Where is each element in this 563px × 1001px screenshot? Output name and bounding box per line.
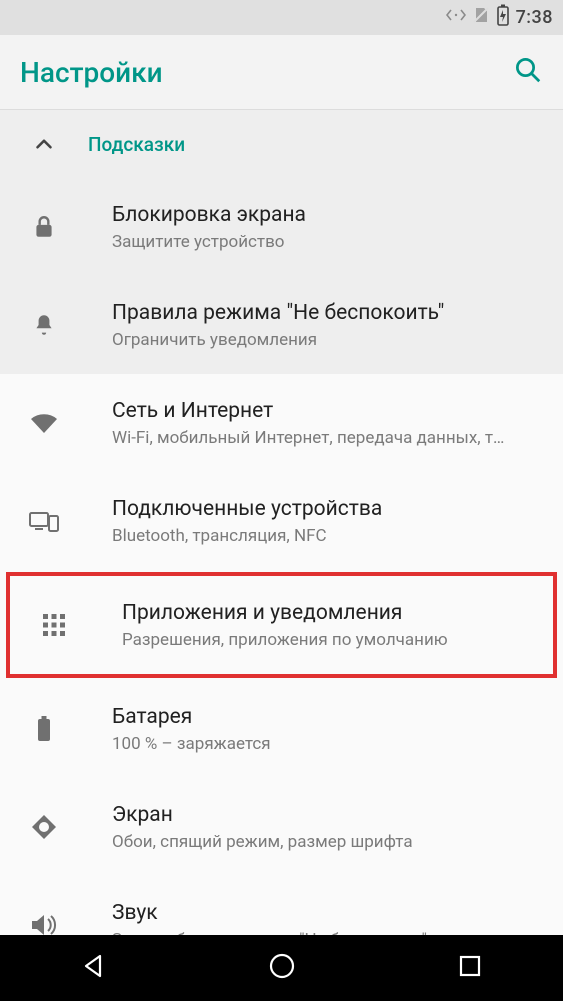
navigation-bar [0, 935, 563, 1001]
code-icon [446, 7, 466, 28]
page-title: Настройки [20, 56, 163, 89]
battery-icon [0, 715, 88, 743]
item-title: Экран [112, 802, 539, 828]
lock-icon [0, 214, 88, 240]
nav-recents-button[interactable] [457, 953, 483, 983]
hint-dnd[interactable]: Правила режима "Не беспокоить" Ограничит… [0, 276, 563, 374]
search-button[interactable] [513, 55, 543, 89]
hint-sub: Защитите устройство [112, 232, 539, 252]
battery-charging-icon [496, 4, 510, 31]
highlight-frame: Приложения и уведомления Разрешения, при… [6, 572, 557, 678]
item-sub: Wi-Fi, мобильный Интернет, передача данн… [112, 428, 539, 448]
sound-icon [0, 913, 88, 935]
status-clock: 7:38 [516, 7, 553, 28]
status-bar: 7:38 [0, 0, 563, 35]
settings-sound[interactable]: Звук Звук, вибрация, режим "Не беспокоит… [0, 876, 563, 935]
settings-connected-devices[interactable]: Подключенные устройства Bluetooth, транс… [0, 472, 563, 570]
item-sub: 100 % – заряжается [112, 734, 539, 754]
hint-lock-screen[interactable]: Блокировка экрана Защитите устройство [0, 178, 563, 276]
apps-grid-icon [10, 612, 98, 638]
hint-title: Правила режима "Не беспокоить" [112, 300, 539, 326]
settings-network[interactable]: Сеть и Интернет Wi-Fi, мобильный Интерне… [0, 374, 563, 472]
hints-section: Подсказки Блокировка экрана Защитите уст… [0, 110, 563, 374]
item-title: Приложения и уведомления [122, 600, 529, 626]
bell-icon [0, 312, 88, 338]
no-sim-icon [472, 6, 490, 29]
item-sub: Bluetooth, трансляция, NFC [112, 526, 539, 546]
nav-back-button[interactable] [80, 952, 108, 984]
wifi-icon [0, 411, 88, 435]
hint-sub: Ограничить уведомления [112, 330, 539, 350]
settings-apps-notifications[interactable]: Приложения и уведомления Разрешения, при… [10, 576, 553, 674]
hints-header[interactable]: Подсказки [0, 110, 563, 178]
item-title: Батарея [112, 704, 539, 730]
settings-list: Подсказки Блокировка экрана Защитите уст… [0, 110, 563, 935]
hints-label: Подсказки [88, 133, 185, 156]
item-title: Звук [112, 900, 539, 926]
item-sub: Разрешения, приложения по умолчанию [122, 630, 529, 650]
settings-display[interactable]: Экран Обои, спящий режим, размер шрифта [0, 778, 563, 876]
settings-battery[interactable]: Батарея 100 % – заряжается [0, 680, 563, 778]
brightness-icon [0, 813, 88, 841]
item-sub: Обои, спящий режим, размер шрифта [112, 832, 539, 852]
item-title: Подключенные устройства [112, 496, 539, 522]
nav-home-button[interactable] [267, 951, 297, 985]
hint-title: Блокировка экрана [112, 202, 539, 228]
app-bar: Настройки [0, 35, 563, 110]
main-section: Сеть и Интернет Wi-Fi, мобильный Интерне… [0, 374, 563, 935]
item-title: Сеть и Интернет [112, 398, 539, 424]
devices-icon [0, 510, 88, 532]
chevron-up-icon [0, 131, 88, 157]
